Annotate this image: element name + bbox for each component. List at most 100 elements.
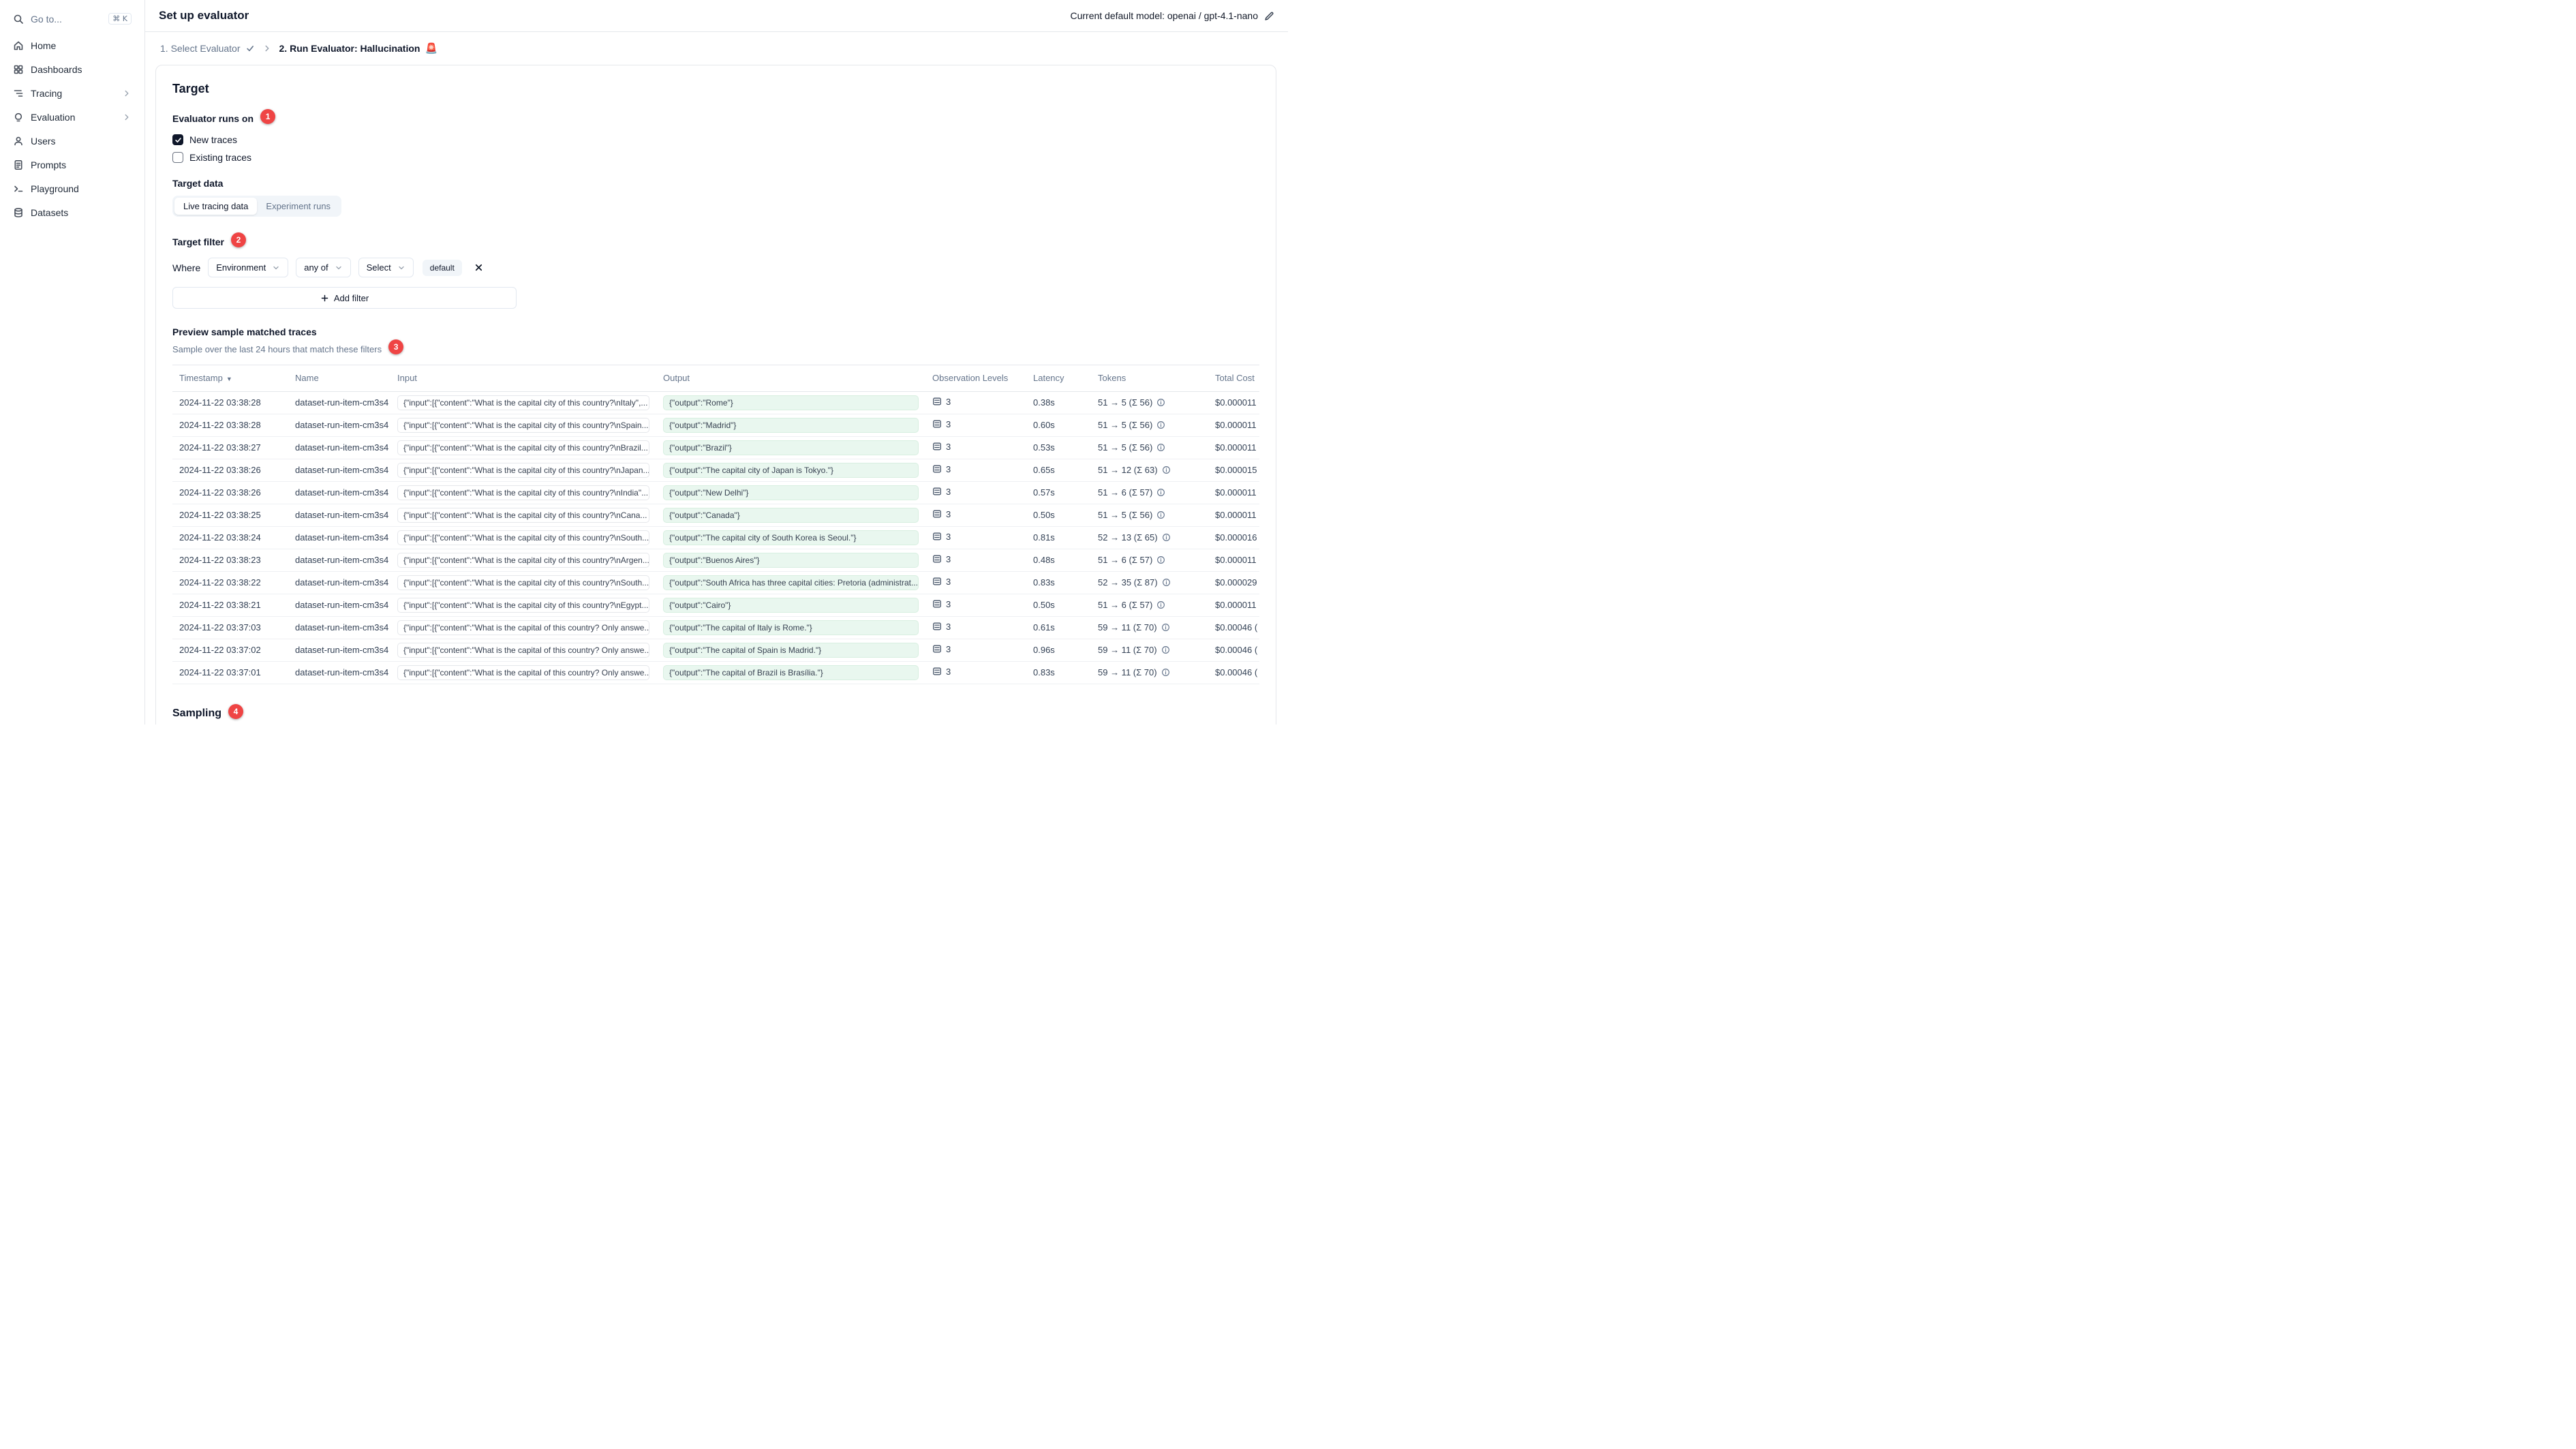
- cell-observation-levels: 3: [925, 481, 1026, 504]
- input-preview: {"input":[{"content":"What is the capita…: [397, 440, 649, 455]
- page-header: Set up evaluator Current default model: …: [145, 0, 1288, 32]
- column-header-tokens: Tokens: [1091, 365, 1208, 392]
- breadcrumb: 1. Select Evaluator 2. Run Evaluator: Ha…: [145, 32, 1288, 61]
- observation-levels-icon: [933, 555, 941, 563]
- info-icon[interactable]: [1156, 398, 1165, 407]
- info-icon[interactable]: [1162, 466, 1171, 474]
- cell-latency: 0.57s: [1026, 481, 1091, 504]
- new-traces-option[interactable]: New traces: [172, 134, 1259, 145]
- edit-pencil-icon[interactable]: [1264, 11, 1274, 21]
- cell-tokens: 59 → 11 (Σ 70): [1091, 616, 1208, 639]
- info-icon[interactable]: [1161, 645, 1170, 654]
- add-filter-button[interactable]: Add filter: [172, 287, 517, 309]
- info-icon[interactable]: [1161, 668, 1170, 677]
- table-row[interactable]: 2024-11-22 03:38:22 dataset-run-item-cm3…: [172, 571, 1259, 594]
- table-row[interactable]: 2024-11-22 03:38:23 dataset-run-item-cm3…: [172, 549, 1259, 572]
- table-row[interactable]: 2024-11-22 03:38:26 dataset-run-item-cm3…: [172, 459, 1259, 482]
- cell-tokens: 52 → 35 (Σ 87): [1091, 571, 1208, 594]
- tokens-value: 51 → 6 (Σ 57): [1098, 600, 1153, 610]
- cell-total-cost: $0.000029 (: [1208, 571, 1259, 594]
- levels-count: 3: [946, 486, 951, 497]
- runs-on-label: Evaluator runs on: [172, 113, 254, 124]
- new-traces-checkbox[interactable]: [172, 134, 183, 145]
- observation-levels-icon: [933, 532, 941, 540]
- table-row[interactable]: 2024-11-22 03:38:21 dataset-run-item-cm3…: [172, 594, 1259, 617]
- filter-value-select[interactable]: Select: [358, 258, 414, 277]
- info-icon[interactable]: [1156, 555, 1165, 564]
- filter-column-value: Environment: [216, 262, 266, 273]
- table-row[interactable]: 2024-11-22 03:38:24 dataset-run-item-cm3…: [172, 526, 1259, 549]
- info-icon[interactable]: [1156, 510, 1165, 519]
- check-icon: [174, 137, 181, 142]
- close-icon: [475, 264, 482, 271]
- sidebar-item-tracing[interactable]: Tracing: [7, 81, 138, 105]
- sidebar-item-home[interactable]: Home: [7, 33, 138, 57]
- filter-operator-select[interactable]: any of: [296, 258, 351, 277]
- cell-total-cost: $0.000011 (: [1208, 594, 1259, 617]
- cell-input: {"input":[{"content":"What is the capita…: [390, 661, 656, 684]
- table-row[interactable]: 2024-11-22 03:38:26 dataset-run-item-cm3…: [172, 481, 1259, 504]
- cell-latency: 0.60s: [1026, 414, 1091, 437]
- filter-column-select[interactable]: Environment: [208, 258, 289, 277]
- sidebar-item-playground[interactable]: Playground: [7, 177, 138, 200]
- cell-latency: 0.48s: [1026, 549, 1091, 572]
- tab-experiment-runs[interactable]: Experiment runs: [257, 198, 339, 215]
- info-icon[interactable]: [1161, 623, 1170, 632]
- goto-search[interactable]: Go to... ⌘ K: [7, 7, 138, 31]
- cell-latency: 0.65s: [1026, 459, 1091, 482]
- sidebar-item-datasets[interactable]: Datasets: [7, 200, 138, 224]
- info-icon[interactable]: [1156, 421, 1165, 429]
- step-run-evaluator: 2. Run Evaluator: Hallucination 🚨: [279, 42, 438, 55]
- cell-output: {"output":"Brazil"}: [656, 436, 925, 459]
- table-row[interactable]: 2024-11-22 03:38:28 dataset-run-item-cm3…: [172, 391, 1259, 414]
- add-filter-label: Add filter: [333, 292, 369, 303]
- column-header-timestamp[interactable]: Timestamp ▼: [172, 365, 288, 392]
- levels-count: 3: [946, 463, 951, 474]
- existing-traces-option[interactable]: Existing traces: [172, 152, 1259, 163]
- observation-levels-icon: [933, 510, 941, 518]
- input-preview: {"input":[{"content":"What is the capita…: [397, 485, 649, 500]
- cell-tokens: 51 → 5 (Σ 56): [1091, 504, 1208, 527]
- table-row[interactable]: 2024-11-22 03:38:25 dataset-run-item-cm3…: [172, 504, 1259, 527]
- cell-total-cost: $0.000015 (: [1208, 459, 1259, 482]
- target-data-label: Target data: [172, 178, 224, 189]
- cell-latency: 0.61s: [1026, 616, 1091, 639]
- chevron-right-icon: [125, 90, 129, 96]
- info-icon[interactable]: [1156, 488, 1165, 497]
- cell-output: {"output":"Buenos Aires"}: [656, 549, 925, 572]
- cell-input: {"input":[{"content":"What is the capita…: [390, 459, 656, 482]
- sidebar-item-prompts[interactable]: Prompts: [7, 153, 138, 177]
- input-preview: {"input":[{"content":"What is the capita…: [397, 642, 649, 658]
- filter-operator-value: any of: [304, 262, 328, 273]
- cell-tokens: 51 → 6 (Σ 57): [1091, 549, 1208, 572]
- info-icon[interactable]: [1162, 578, 1171, 587]
- default-model-info: Current default model: openai / gpt-4.1-…: [1070, 10, 1274, 21]
- cell-tokens: 59 → 11 (Σ 70): [1091, 639, 1208, 662]
- cell-observation-levels: 3: [925, 571, 1026, 594]
- cell-name: dataset-run-item-cm3s4: [288, 414, 390, 437]
- cell-output: {"output":"Canada"}: [656, 504, 925, 527]
- remove-filter-button[interactable]: [474, 262, 484, 273]
- info-icon[interactable]: [1156, 600, 1165, 609]
- cell-timestamp: 2024-11-22 03:38:25: [172, 504, 288, 527]
- cell-total-cost: $0.000011 (: [1208, 549, 1259, 572]
- table-row[interactable]: 2024-11-22 03:37:03 dataset-run-item-cm3…: [172, 616, 1259, 639]
- sidebar-item-users[interactable]: Users: [7, 129, 138, 153]
- sidebar-item-label: Evaluation: [31, 111, 76, 123]
- table-row[interactable]: 2024-11-22 03:38:27 dataset-run-item-cm3…: [172, 436, 1259, 459]
- existing-traces-checkbox[interactable]: [172, 152, 183, 163]
- table-row[interactable]: 2024-11-22 03:37:02 dataset-run-item-cm3…: [172, 639, 1259, 662]
- cell-latency: 0.81s: [1026, 526, 1091, 549]
- tab-live-tracing-data[interactable]: Live tracing data: [174, 198, 258, 215]
- info-icon[interactable]: [1156, 443, 1165, 452]
- sidebar-item-dashboards[interactable]: Dashboards: [7, 57, 138, 81]
- step-select-evaluator[interactable]: 1. Select Evaluator: [160, 43, 255, 54]
- table-row[interactable]: 2024-11-22 03:37:01 dataset-run-item-cm3…: [172, 661, 1259, 684]
- sidebar-item-label: Dashboards: [31, 63, 82, 75]
- observation-levels-icon: [933, 600, 941, 608]
- cell-output: {"output":"Rome"}: [656, 391, 925, 414]
- table-row[interactable]: 2024-11-22 03:38:28 dataset-run-item-cm3…: [172, 414, 1259, 437]
- output-preview: {"output":"The capital of Italy is Rome.…: [663, 620, 919, 635]
- sidebar-item-evaluation[interactable]: Evaluation: [7, 105, 138, 129]
- info-icon[interactable]: [1162, 533, 1171, 542]
